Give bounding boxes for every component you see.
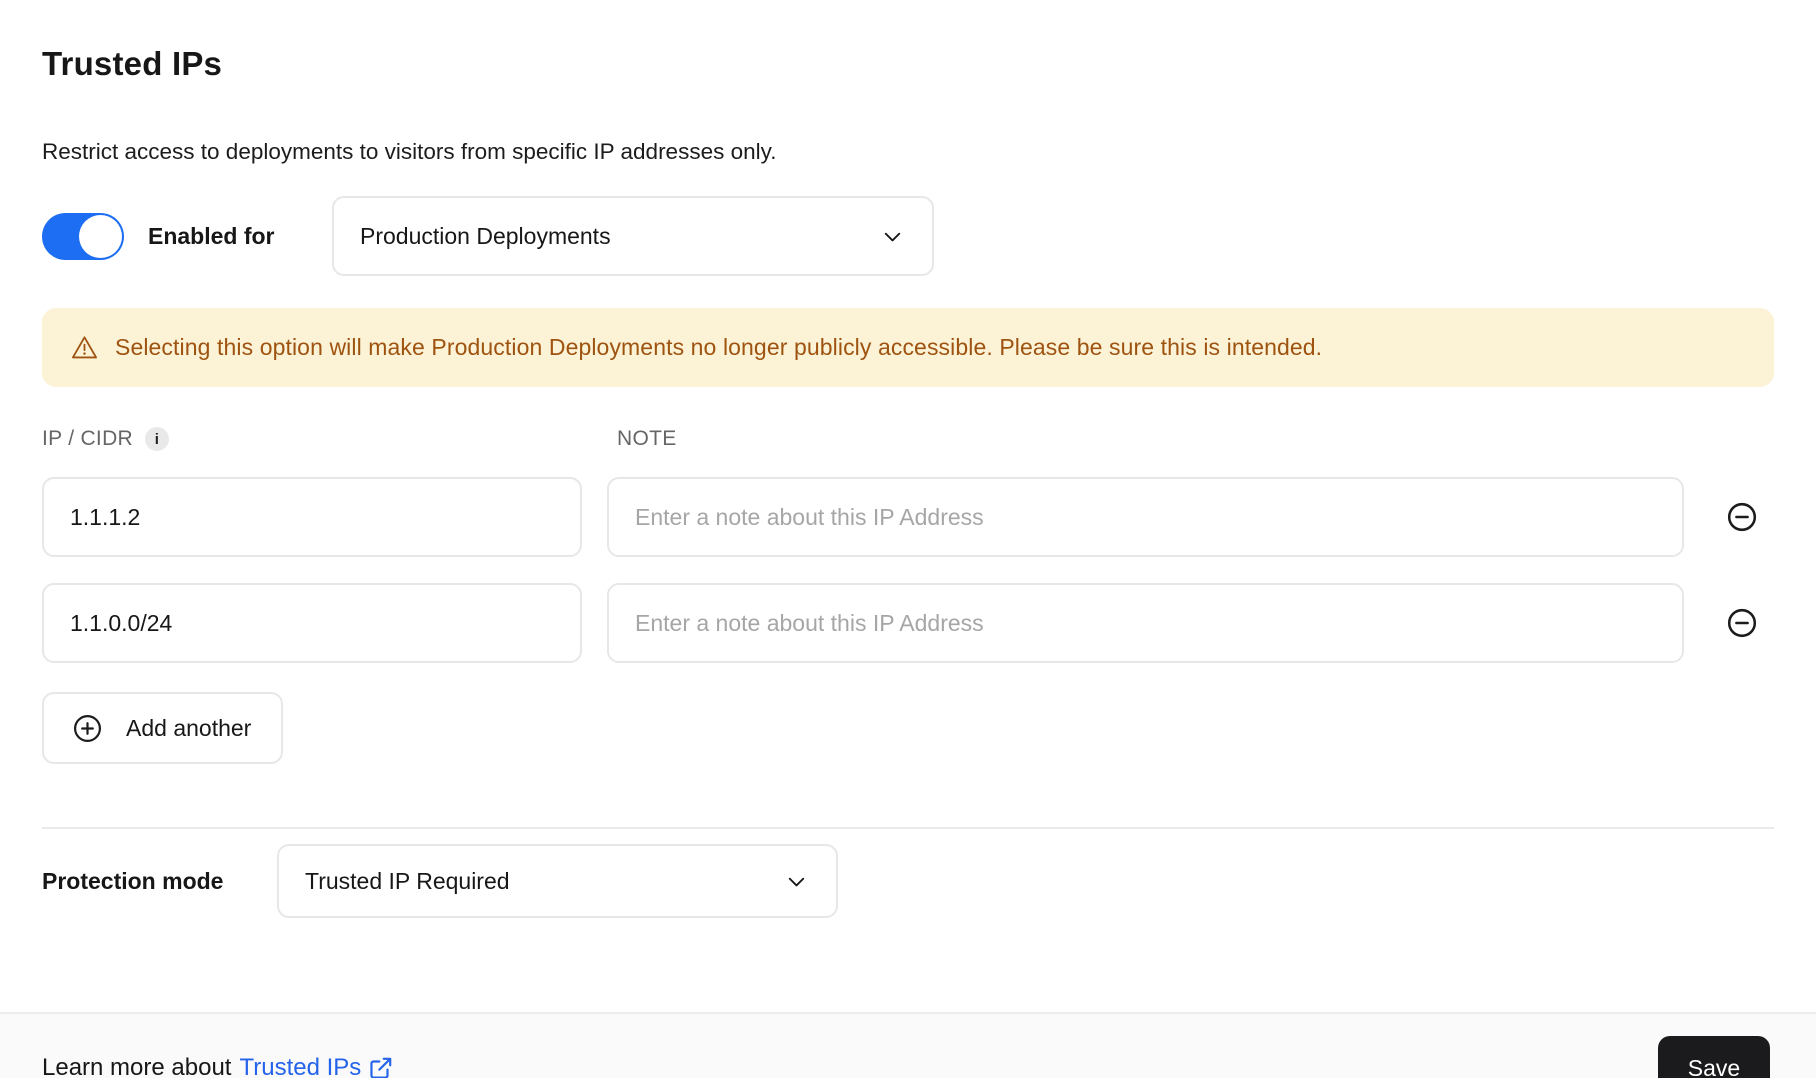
protection-mode-select-value: Trusted IP Required [305, 867, 510, 894]
section-divider [42, 827, 1774, 829]
learn-more-prefix: Learn more about [42, 1054, 232, 1078]
note-input[interactable] [607, 477, 1684, 557]
table-row [42, 477, 1774, 557]
remove-ip-button[interactable] [1725, 606, 1759, 640]
external-link-icon [368, 1055, 394, 1078]
page-description: Restrict access to deployments to visito… [42, 139, 777, 164]
protection-mode-label: Protection mode [42, 867, 224, 894]
column-headers: IP / CIDR i NOTE [42, 427, 1774, 451]
enabled-for-label: Enabled for [148, 222, 275, 249]
note-column-header: NOTE [607, 427, 1684, 451]
remove-ip-button[interactable] [1725, 500, 1759, 534]
plus-circle-icon [72, 713, 103, 744]
add-another-button[interactable]: Add another [42, 692, 284, 764]
enabled-for-select[interactable]: Production Deployments [332, 196, 934, 276]
trusted-ips-toggle[interactable] [42, 212, 124, 260]
add-another-label: Add another [126, 714, 252, 741]
protection-mode-row: Protection mode Trusted IP Required [42, 843, 1774, 919]
page-title: Trusted IPs [42, 45, 223, 82]
note-column-label: NOTE [617, 427, 677, 450]
protection-mode-select[interactable]: Trusted IP Required [277, 844, 838, 918]
warning-text: Selecting this option will make Producti… [115, 334, 1323, 360]
trusted-ips-panel: Trusted IPs Restrict access to deploymen… [0, 44, 1816, 919]
footer-bar: Learn more about Trusted IPs Save [0, 1012, 1816, 1078]
enabled-for-row: Enabled for Production Deployments [42, 196, 1774, 276]
chevron-down-icon [783, 868, 810, 895]
trusted-ips-link-label: Trusted IPs [239, 1054, 362, 1078]
minus-circle-icon [1726, 501, 1758, 533]
ip-cidr-column-header: IP / CIDR i [42, 427, 582, 451]
enabled-for-select-value: Production Deployments [360, 222, 611, 249]
chevron-down-icon [879, 223, 906, 250]
table-row [42, 583, 1774, 663]
warning-banner: Selecting this option will make Producti… [42, 308, 1774, 387]
learn-more-text: Learn more about Trusted IPs [42, 1054, 394, 1078]
save-button[interactable]: Save [1658, 1035, 1770, 1078]
trusted-ips-link[interactable]: Trusted IPs [239, 1054, 394, 1078]
warning-triangle-icon [70, 333, 99, 362]
note-input[interactable] [607, 583, 1684, 663]
ip-cidr-input[interactable] [42, 477, 582, 557]
minus-circle-icon [1726, 607, 1758, 639]
ip-cidr-column-label: IP / CIDR [42, 427, 133, 450]
toggle-knob [79, 214, 122, 258]
ip-cidr-input[interactable] [42, 583, 582, 663]
info-icon[interactable]: i [145, 427, 169, 451]
